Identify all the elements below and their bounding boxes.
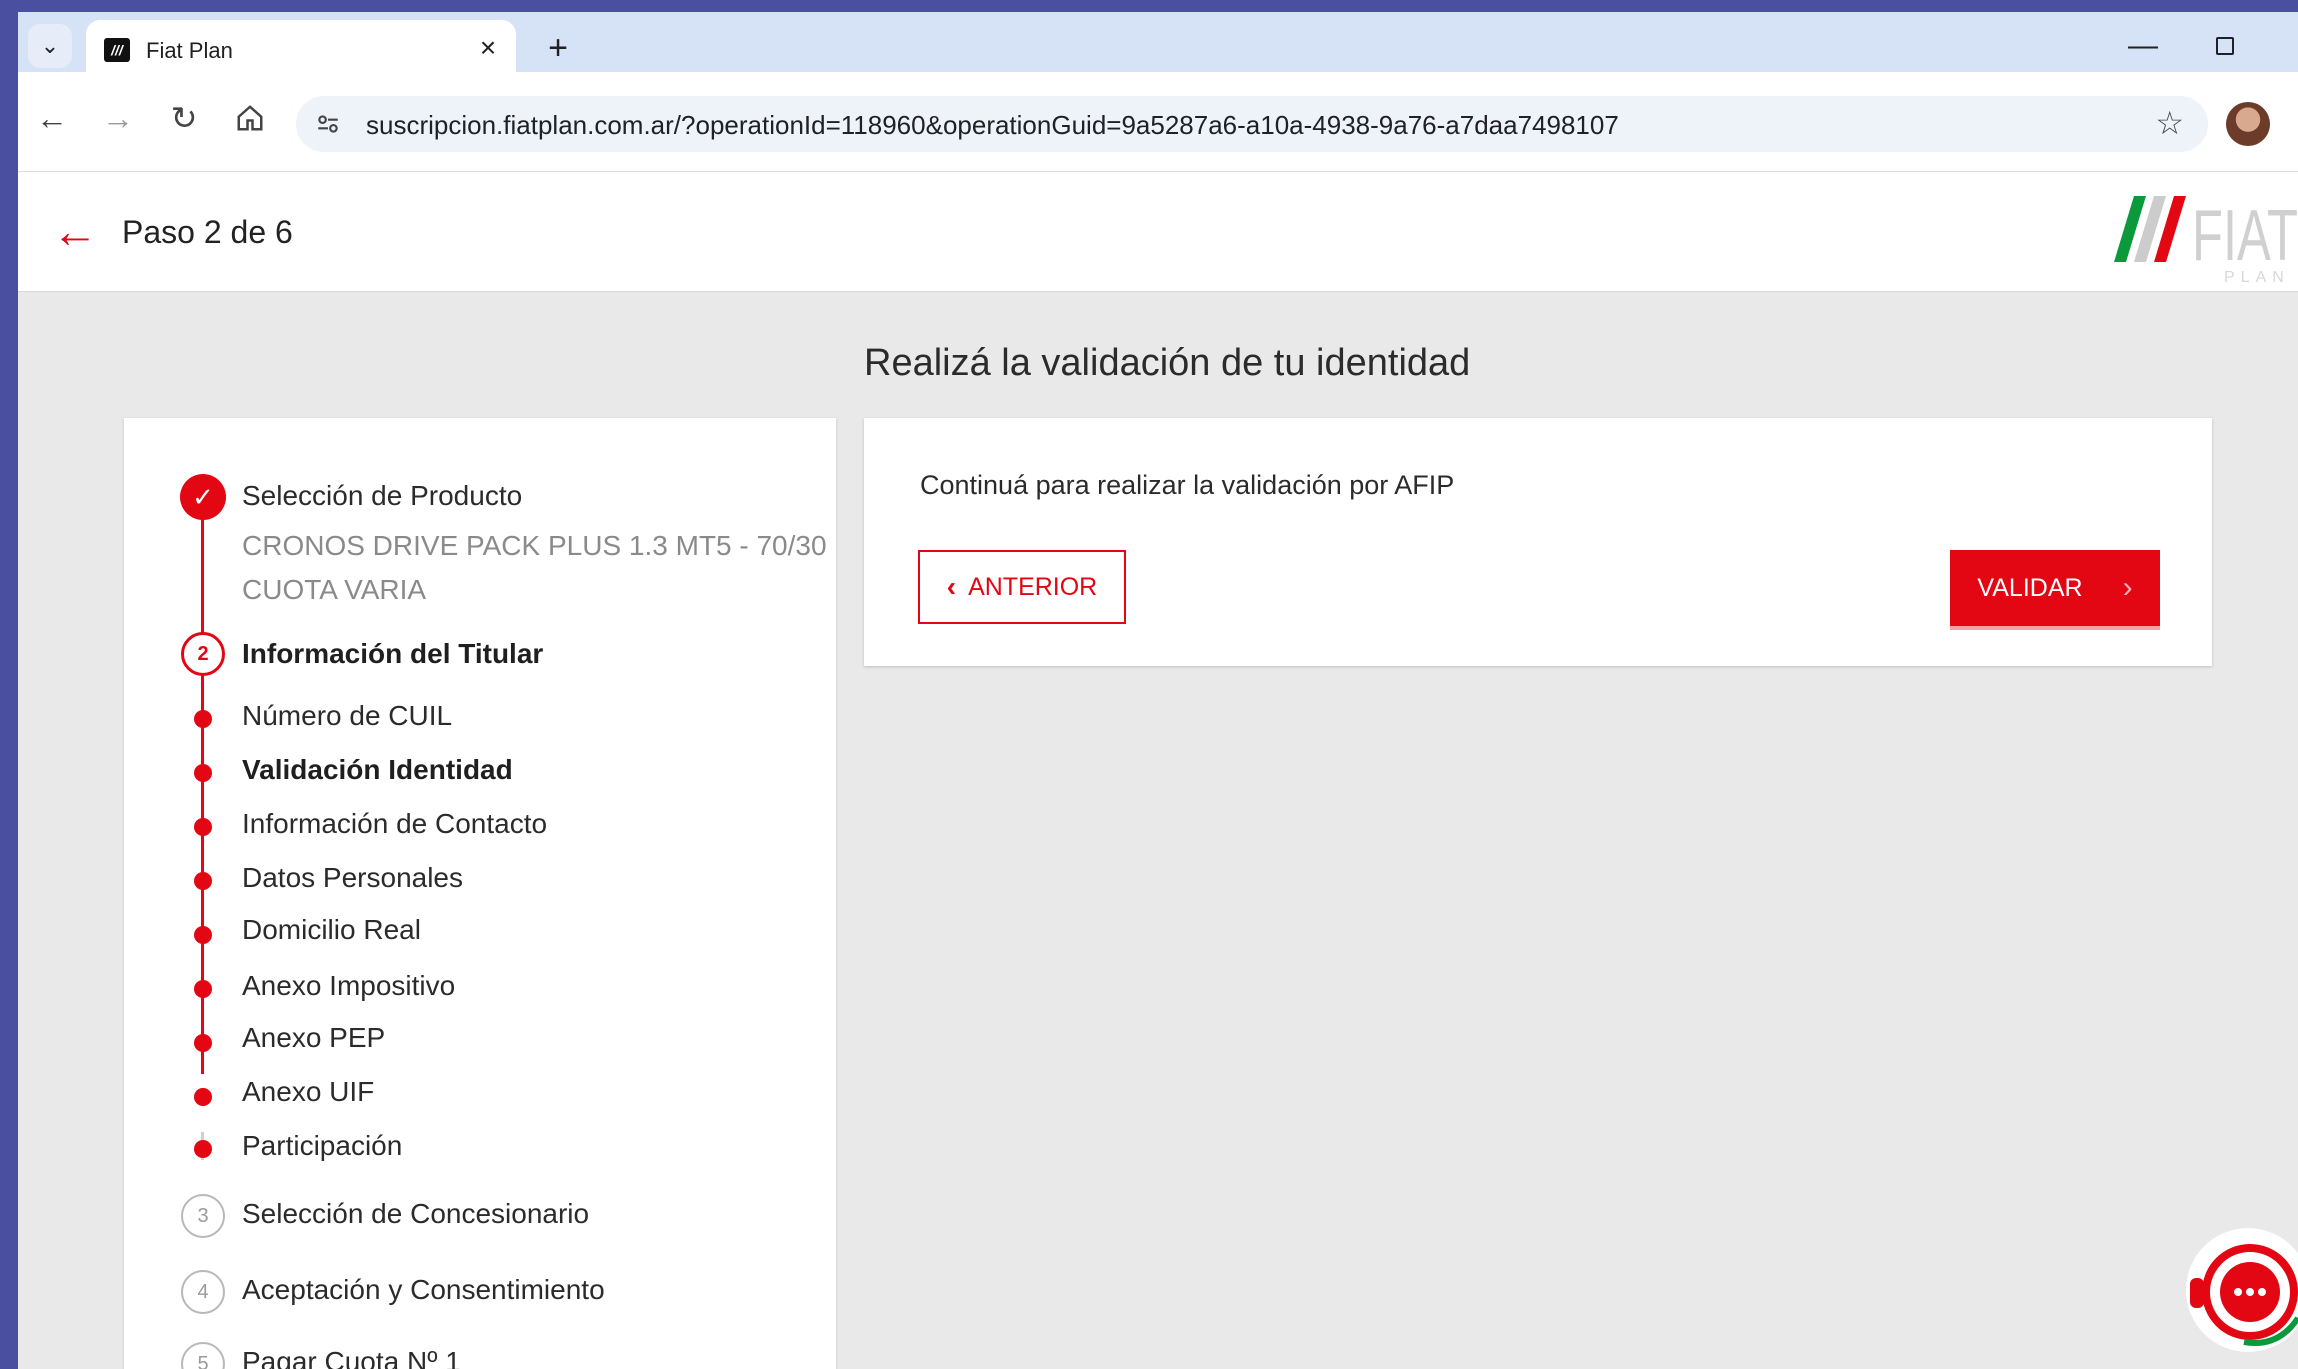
back-arrow-icon[interactable]: ← <box>52 204 98 258</box>
minimize-icon[interactable]: — <box>2118 26 2168 66</box>
window-frame-left <box>0 0 18 1369</box>
fiat-favicon-icon: /// <box>104 38 130 62</box>
anterior-button-label: ANTERIOR <box>968 572 1098 601</box>
browser-tab[interactable]: /// Fiat Plan × <box>86 20 516 76</box>
chevron-right-icon: › <box>2122 571 2133 604</box>
url-text[interactable]: suscripcion.fiatplan.com.ar/?operationId… <box>366 110 1619 141</box>
substep-domicilio-real[interactable]: Domicilio Real <box>242 914 421 946</box>
substep-datos-personales[interactable]: Datos Personales <box>242 862 463 894</box>
step-5-number: 5 <box>181 1342 225 1369</box>
step-3-label[interactable]: Selección de Concesionario <box>242 1198 589 1230</box>
substep-dot <box>194 710 212 728</box>
substep-participacion[interactable]: Participación <box>242 1130 402 1162</box>
validation-message: Continuá para realizar la validación por… <box>920 470 1455 500</box>
step-5-label[interactable]: Pagar Cuota Nº 1 <box>242 1346 461 1369</box>
browser-toolbar: ← → ↻ suscripcion.fiatplan.com.ar/?opera… <box>18 72 2298 172</box>
maximize-icon[interactable] <box>2200 26 2250 66</box>
step-4-label[interactable]: Aceptación y Consentimiento <box>242 1274 605 1306</box>
substep-informacion-contacto[interactable]: Información de Contacto <box>242 808 547 840</box>
profile-avatar[interactable] <box>2226 102 2270 146</box>
substep-dot <box>194 980 212 998</box>
steps-sidebar: ✓ Selección de Producto CRONOS DRIVE PAC… <box>124 418 836 1369</box>
browser-tab-bar: ⌄ /// Fiat Plan × + — <box>18 12 2298 76</box>
substep-dot <box>194 1088 212 1106</box>
step-2-label[interactable]: Información del Titular <box>242 638 543 670</box>
reload-icon[interactable]: ↻ <box>162 96 206 140</box>
page-title: Realizá la validación de tu identidad <box>864 342 1471 384</box>
svg-text:FIAT: FIAT <box>2192 196 2298 276</box>
fiat-plan-logo: FIAT PLAN <box>2114 196 2298 286</box>
substep-dot <box>194 872 212 890</box>
plus-icon[interactable]: + <box>538 28 578 68</box>
check-icon: ✓ <box>180 474 226 520</box>
substep-dot <box>194 1034 212 1052</box>
svg-text:PLAN: PLAN <box>2224 269 2290 286</box>
product-name-line2: CUOTA VARIA <box>242 574 427 605</box>
close-icon[interactable]: × <box>470 30 506 66</box>
forward-icon[interactable]: → <box>96 96 140 140</box>
substep-anexo-pep[interactable]: Anexo PEP <box>242 1022 385 1054</box>
tab-switch-icon[interactable]: ⌄ <box>28 24 72 68</box>
tab-title: Fiat Plan <box>146 38 233 63</box>
validar-button-label: VALIDAR <box>1977 573 2083 602</box>
chevron-left-icon: ‹ <box>946 571 957 602</box>
product-name-line1: CRONOS DRIVE PACK PLUS 1.3 MT5 - 70/30 <box>242 530 827 561</box>
back-icon[interactable]: ← <box>30 96 74 140</box>
step-3-number: 3 <box>181 1194 225 1238</box>
validation-card: Continuá para realizar la validación por… <box>864 418 2212 666</box>
step-connector <box>201 518 204 638</box>
step-1-label[interactable]: Selección de Producto <box>242 480 522 512</box>
validar-button[interactable]: VALIDAR › <box>1950 550 2160 626</box>
home-icon[interactable] <box>228 96 272 140</box>
step-progress-label: Paso 2 de 6 <box>122 214 293 250</box>
substep-dot <box>194 1140 212 1158</box>
substep-validacion-identidad[interactable]: Validación Identidad <box>242 754 513 786</box>
chat-support-icon[interactable] <box>2178 1222 2298 1369</box>
window-frame-top <box>0 0 2298 12</box>
site-info-icon[interactable] <box>310 106 346 142</box>
page-header: ← Paso 2 de 6 FIAT PLAN <box>18 172 2298 292</box>
step-4-number: 4 <box>181 1270 225 1314</box>
substep-dot <box>194 818 212 836</box>
substep-dot <box>194 764 212 782</box>
substep-dot <box>194 926 212 944</box>
substep-cuil[interactable]: Número de CUIL <box>242 700 452 732</box>
step-2-number: 2 <box>181 632 225 676</box>
substep-anexo-uif[interactable]: Anexo UIF <box>242 1076 374 1108</box>
substep-anexo-impositivo[interactable]: Anexo Impositivo <box>242 970 455 1002</box>
anterior-button[interactable]: ‹ ANTERIOR <box>918 550 1126 624</box>
star-icon[interactable]: ☆ <box>2155 104 2184 142</box>
address-bar[interactable]: suscripcion.fiatplan.com.ar/?operationId… <box>296 96 2208 152</box>
